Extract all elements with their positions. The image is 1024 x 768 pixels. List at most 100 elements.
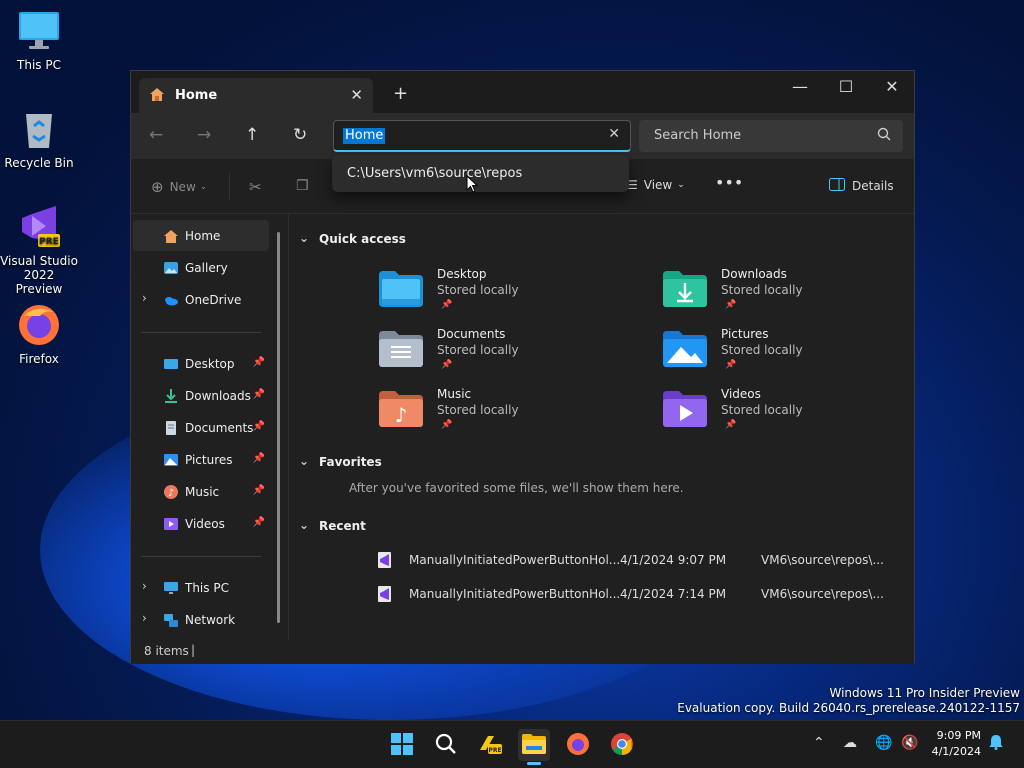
- notification-bell-icon[interactable]: [988, 734, 1004, 754]
- search-placeholder: Search Home: [654, 128, 742, 143]
- clear-address-icon[interactable]: ✕: [608, 126, 620, 142]
- videos-icon: [163, 516, 179, 532]
- section-title: Recent: [319, 519, 366, 533]
- sidebar-item-label: This PC: [185, 580, 229, 595]
- recent-file-location: VM6\source\repos\...: [761, 587, 884, 601]
- clock-time: 9:09 PM: [936, 729, 981, 742]
- sidebar-scrollbar[interactable]: [277, 232, 280, 623]
- refresh-icon[interactable]: ↻: [293, 125, 307, 145]
- copy-icon[interactable]: ❐: [296, 178, 309, 194]
- taskbar-chrome-button[interactable]: [606, 729, 638, 761]
- pin-icon: 📌: [441, 300, 453, 310]
- desktop-icon-this-pc[interactable]: This PC: [0, 8, 78, 72]
- sidebar-item-label: Videos: [185, 516, 225, 531]
- quick-access-pictures[interactable]: Pictures Stored locally 📌: [663, 327, 923, 385]
- sidebar-item-pictures[interactable]: Pictures 📌: [133, 444, 269, 475]
- sidebar-item-onedrive[interactable]: › OneDrive: [133, 284, 269, 315]
- cut-icon[interactable]: ✂: [249, 178, 262, 196]
- taskbar-firefox-button[interactable]: [562, 729, 594, 761]
- sidebar-item-documents[interactable]: Documents 📌: [133, 412, 269, 443]
- sidebar-divider: [141, 332, 261, 333]
- svg-text:PRE: PRE: [39, 237, 59, 247]
- desktop-icon-firefox[interactable]: Firefox: [0, 302, 78, 366]
- sidebar-item-network[interactable]: › Network: [133, 604, 269, 635]
- quick-access-documents[interactable]: Documents Stored locally 📌: [379, 327, 639, 385]
- recent-row[interactable]: ManuallyInitiatedPowerButtonHol... 4/1/2…: [376, 545, 906, 575]
- address-bar-row: ← → ↑ ↻ Home ✕ Search Home: [131, 113, 914, 159]
- desktop-icon-visual-studio[interactable]: PRE Visual Studio 2022 Preview: [0, 204, 78, 296]
- sidebar-item-music[interactable]: ♪ Music 📌: [133, 476, 269, 507]
- chevron-down-icon: ⌄: [677, 180, 685, 190]
- new-tab-button[interactable]: +: [393, 83, 408, 104]
- recent-header[interactable]: ⌄ Recent: [299, 518, 366, 533]
- quick-access-downloads[interactable]: Downloads Stored locally 📌: [663, 267, 923, 325]
- volume-muted-icon[interactable]: 🔇: [901, 735, 918, 751]
- chevron-right-icon[interactable]: ›: [142, 291, 147, 305]
- sidebar-item-gallery[interactable]: Gallery: [133, 252, 269, 283]
- start-button[interactable]: [386, 729, 418, 761]
- pictures-folder-icon: [663, 331, 707, 367]
- favorites-empty-hint: After you've favorited some files, we'll…: [349, 481, 684, 495]
- show-hidden-icons-chevron[interactable]: ⌃: [813, 735, 825, 751]
- recent-file-name: ManuallyInitiatedPowerButtonHol...: [409, 587, 621, 601]
- minimize-button[interactable]: —: [777, 77, 823, 96]
- folder-name: Desktop: [437, 267, 487, 281]
- vs-file-icon: [376, 585, 394, 603]
- folder-location: Stored locally: [721, 343, 803, 357]
- taskbar-search-button[interactable]: [430, 729, 462, 761]
- folder-location: Stored locally: [437, 283, 519, 297]
- clock-date: 4/1/2024: [931, 745, 981, 758]
- close-tab-icon[interactable]: ✕: [350, 86, 363, 104]
- address-suggestion-item[interactable]: C:\Users\vm6\source\repos: [347, 166, 522, 181]
- svg-text:♪: ♪: [395, 403, 408, 427]
- taskbar-dev-home-button[interactable]: PRE: [474, 729, 506, 761]
- onedrive-cloud-icon: [163, 292, 179, 308]
- sidebar-item-this-pc[interactable]: › This PC: [133, 572, 269, 603]
- recycle-bin-icon: [16, 106, 62, 152]
- dev-home-preview-icon: PRE: [478, 732, 502, 759]
- svg-text:PRE: PRE: [488, 747, 501, 754]
- quick-access-music[interactable]: ♪ Music Stored locally 📌: [379, 387, 639, 445]
- divider: [229, 173, 230, 199]
- taskbar-file-explorer-button[interactable]: [518, 729, 550, 765]
- more-options-icon[interactable]: •••: [715, 173, 743, 192]
- network-globe-icon[interactable]: 🌐: [875, 735, 892, 751]
- folder-location: Stored locally: [721, 403, 803, 417]
- close-window-button[interactable]: ✕: [869, 77, 915, 96]
- folder-name: Downloads: [721, 267, 787, 281]
- downloads-folder-icon: [663, 271, 707, 307]
- sidebar-item-home[interactable]: Home: [133, 220, 269, 251]
- details-pane-icon: [829, 178, 845, 194]
- recent-row[interactable]: ManuallyInitiatedPowerButtonHol... 4/1/2…: [376, 579, 906, 609]
- maximize-button[interactable]: ☐: [823, 77, 869, 96]
- chevron-right-icon[interactable]: ›: [142, 611, 147, 625]
- tab-home[interactable]: Home ✕: [139, 78, 373, 113]
- new-label: New: [169, 180, 196, 194]
- quick-access-desktop[interactable]: Desktop Stored locally 📌: [379, 267, 639, 325]
- sidebar-divider: [141, 556, 261, 557]
- system-clock[interactable]: 9:09 PM 4/1/2024: [932, 728, 981, 760]
- desktop-icon-recycle-bin[interactable]: Recycle Bin: [0, 106, 78, 170]
- new-button[interactable]: ⊕ New ⌄: [151, 178, 207, 196]
- watermark-line1: Windows 11 Pro Insider Preview: [829, 686, 1020, 700]
- chrome-icon: [610, 732, 634, 759]
- windows-logo-icon: [391, 732, 413, 758]
- sidebar-item-desktop[interactable]: Desktop 📌: [133, 348, 269, 379]
- search-input[interactable]: Search Home: [639, 120, 903, 152]
- desktop-icon-label: This PC: [17, 58, 61, 72]
- desktop-icon-label: Visual Studio 2022 Preview: [0, 254, 78, 296]
- sidebar-item-videos[interactable]: Videos 📌: [133, 508, 269, 539]
- quick-access-videos[interactable]: Videos Stored locally 📌: [663, 387, 923, 445]
- details-button[interactable]: Details: [829, 178, 894, 194]
- favorites-header[interactable]: ⌄ Favorites: [299, 454, 382, 469]
- back-arrow-icon[interactable]: ←: [149, 125, 163, 145]
- forward-arrow-icon[interactable]: →: [197, 125, 211, 145]
- recent-file-date: 4/1/2024 7:14 PM: [620, 587, 727, 601]
- chevron-right-icon[interactable]: ›: [142, 579, 147, 593]
- onedrive-offline-icon[interactable]: ☁: [843, 735, 857, 751]
- sidebar-item-downloads[interactable]: Downloads 📌: [133, 380, 269, 411]
- quick-access-header[interactable]: ⌄ Quick access: [299, 231, 406, 246]
- view-button[interactable]: ☰ View ⌄: [627, 178, 685, 192]
- up-arrow-icon[interactable]: ↑: [245, 125, 259, 145]
- address-input[interactable]: Home ✕: [333, 120, 631, 152]
